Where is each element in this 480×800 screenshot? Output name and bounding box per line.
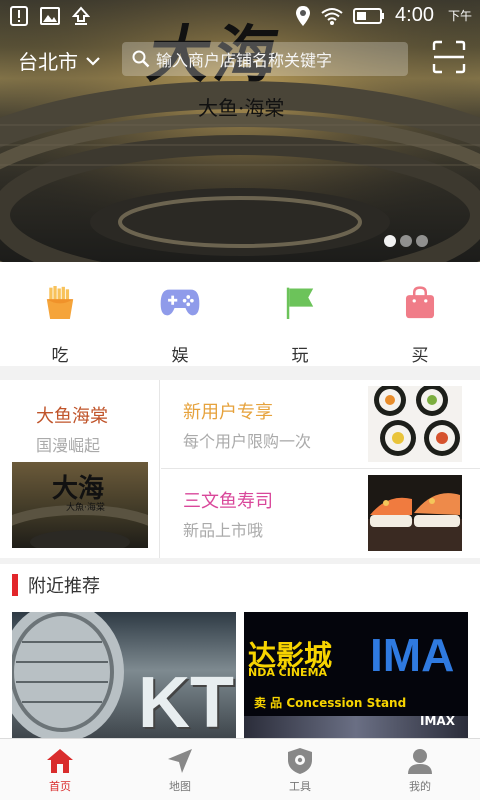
cinema-brand: IMA [370, 629, 455, 681]
app-root: 大海 大鱼·海棠 4:00 下午 台北市 输入商户店铺名称关键字 吃 娱 玩 买… [0, 0, 480, 800]
banner-subtitle: 大鱼·海棠 [198, 96, 285, 120]
carousel-dot[interactable] [384, 235, 396, 247]
battery-icon [353, 7, 385, 24]
fries-icon [46, 286, 74, 319]
search-input[interactable]: 输入商户店铺名称关键字 [122, 42, 408, 76]
tab-label: 地图 [169, 780, 191, 793]
category-eat[interactable]: 吃 [0, 262, 120, 366]
clock: 4:00 [395, 4, 434, 26]
promo-item-new-user[interactable]: 新用户专享 每个用户限购一次 [161, 380, 480, 469]
nearby-list: KT 达影城 IMA NDA CINEMA 卖 品 Concession Sta… [0, 604, 480, 742]
category-play[interactable]: 玩 [240, 262, 360, 366]
sushi-roll-image [368, 386, 462, 462]
tab-label: 工具 [289, 780, 311, 793]
category-label: 吃 [51, 346, 69, 366]
search-icon [132, 50, 150, 68]
promo-item-subtitle: 新品上市哦 [183, 521, 264, 540]
category-shop[interactable]: 买 [360, 262, 480, 366]
category-entertainment[interactable]: 娱 [120, 262, 240, 366]
category-row: 吃 娱 玩 买 [0, 262, 480, 366]
image-icon [40, 7, 60, 25]
navigation-arrow-icon [168, 749, 192, 773]
clock-ampm: 下午 [447, 9, 472, 23]
promo-item-salmon-sushi[interactable]: 三文鱼寿司 新品上市哦 [161, 469, 480, 558]
tab-label: 我的 [409, 780, 431, 793]
promo-item-title: 新用户专享 [183, 402, 273, 423]
category-label: 买 [411, 346, 429, 366]
bottom-tab-bar: 首页 地图 工具 我的 [0, 738, 480, 800]
wifi-icon [321, 7, 343, 25]
shield-icon [288, 748, 312, 774]
carousel-indicator [384, 235, 428, 247]
cinema-subtitle: NDA CINEMA [248, 666, 328, 679]
nearby-card-ktv[interactable]: KT [12, 612, 236, 742]
city-label: 台北市 [18, 50, 78, 74]
tab-label: 首页 [49, 780, 71, 793]
section-title: 附近推荐 [28, 576, 100, 597]
tab-tools[interactable]: 工具 [240, 739, 360, 800]
gamepad-icon [160, 289, 200, 316]
promo-item-subtitle: 每个用户限购一次 [183, 432, 312, 451]
upload-icon [72, 6, 90, 25]
city-selector[interactable]: 台北市 [18, 46, 100, 75]
salmon-sushi-image [368, 475, 462, 551]
featured-image: 大海 大魚·海棠 [12, 462, 148, 548]
user-icon [408, 749, 432, 774]
location-icon [296, 5, 311, 26]
flag-icon [286, 287, 314, 319]
carousel-dot[interactable] [400, 235, 412, 247]
imax-tag: IMAX [420, 714, 455, 728]
featured-image-subtitle: 大魚·海棠 [66, 503, 105, 513]
nearby-header: 附近推荐 [0, 564, 480, 604]
nearby-card-cinema[interactable]: 达影城 IMA NDA CINEMA 卖 品 Concession Stand … [244, 612, 468, 742]
featured-subtitle: 国漫崛起 [36, 436, 101, 455]
tab-home[interactable]: 首页 [0, 739, 120, 800]
shopping-bag-icon [405, 286, 435, 319]
concession-sign: 卖 品 Concession Stand [254, 696, 407, 710]
banner-carousel[interactable]: 大海 大鱼·海棠 4:00 下午 台北市 输入商户店铺名称关键字 [0, 0, 480, 262]
chevron-down-icon [86, 56, 100, 66]
ktv-sign-text: KT [138, 663, 234, 742]
tab-map[interactable]: 地图 [120, 739, 240, 800]
tab-profile[interactable]: 我的 [360, 739, 480, 800]
section-accent-bar [12, 574, 18, 596]
featured-promo[interactable]: 大鱼海棠 国漫崛起 大海 大魚·海棠 [0, 380, 160, 558]
carousel-dot[interactable] [416, 235, 428, 247]
top-bar: 台北市 输入商户店铺名称关键字 [0, 40, 480, 80]
alert-icon [10, 6, 28, 26]
scan-qr-icon[interactable] [432, 40, 466, 74]
search-placeholder: 输入商户店铺名称关键字 [156, 51, 333, 70]
home-icon [47, 749, 73, 773]
promo-item-title: 三文鱼寿司 [183, 491, 273, 512]
promo-block: 大鱼海棠 国漫崛起 大海 大魚·海棠 新用户专享 每个用户限购一次 三文鱼寿司 … [0, 380, 480, 558]
category-label: 娱 [171, 346, 189, 366]
featured-title: 大鱼海棠 [36, 406, 108, 427]
category-label: 玩 [291, 346, 309, 366]
status-bar: 4:00 下午 [0, 0, 480, 34]
